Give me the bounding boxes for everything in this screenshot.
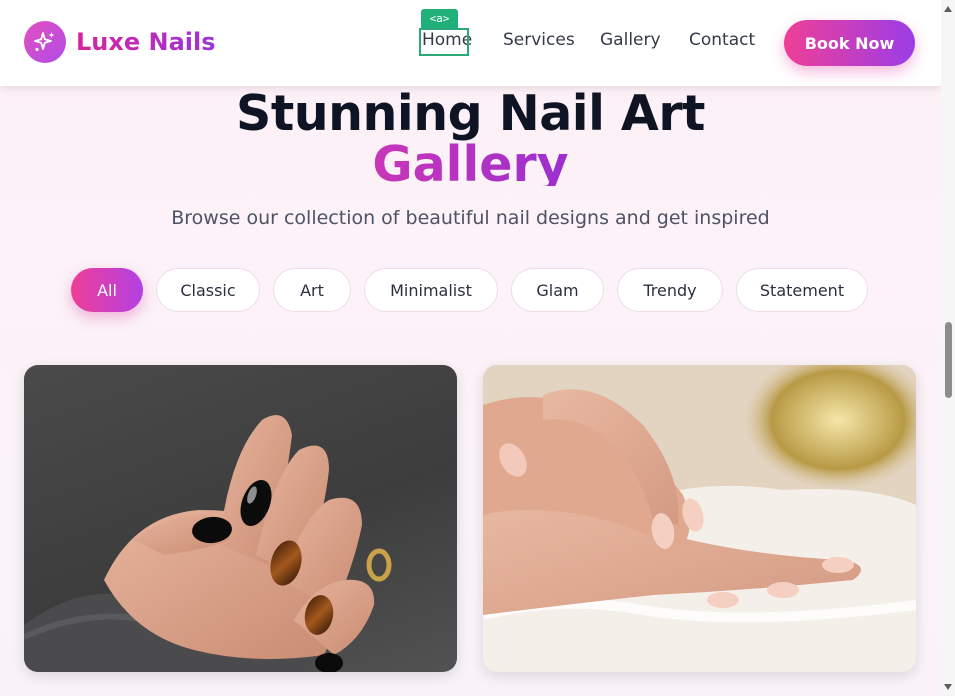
- page-scrollbar[interactable]: [941, 0, 955, 696]
- photo-dark-manicure: [24, 415, 392, 672]
- scroll-down-arrow-icon[interactable]: [944, 684, 952, 690]
- filter-trendy[interactable]: Trendy: [617, 268, 723, 312]
- scrollbar-thumb[interactable]: [945, 322, 952, 398]
- book-now-button[interactable]: Book Now: [784, 20, 915, 66]
- filter-statement[interactable]: Statement: [736, 268, 868, 312]
- inspector-tag-label: <a>: [421, 9, 458, 29]
- filter-classic[interactable]: Classic: [156, 268, 260, 312]
- gallery-card[interactable]: [483, 365, 916, 672]
- site-header: Luxe Nails Home Services Gallery Contact…: [0, 0, 941, 86]
- gallery-card[interactable]: [24, 365, 457, 672]
- filter-glam[interactable]: Glam: [511, 268, 604, 312]
- page-title-accent-text: Gallery: [372, 136, 568, 186]
- brand-logo[interactable]: Luxe Nails: [24, 21, 216, 63]
- page-subtitle: Browse our collection of beautiful nail …: [171, 207, 770, 229]
- filter-bar: All Classic Art Minimalist Glam Trendy S…: [0, 268, 941, 314]
- filter-minimalist[interactable]: Minimalist: [364, 268, 498, 312]
- page-title: Stunning Nail Art: [236, 85, 705, 142]
- sparkles-icon: [24, 21, 66, 63]
- nav-link-services[interactable]: Services: [503, 30, 575, 50]
- filter-art[interactable]: Art: [273, 268, 351, 312]
- filter-all[interactable]: All: [71, 268, 143, 312]
- page: Luxe Nails Home Services Gallery Contact…: [0, 0, 941, 696]
- nav-link-contact[interactable]: Contact: [689, 30, 755, 50]
- brand-name: Luxe Nails: [76, 28, 216, 56]
- nav-link-gallery[interactable]: Gallery: [600, 30, 661, 50]
- page-title-accent: Gallery: [0, 136, 941, 186]
- scroll-up-arrow-icon[interactable]: [944, 6, 952, 12]
- inspector-highlight-box: [419, 28, 469, 56]
- photo-nude-manicure: [483, 365, 916, 672]
